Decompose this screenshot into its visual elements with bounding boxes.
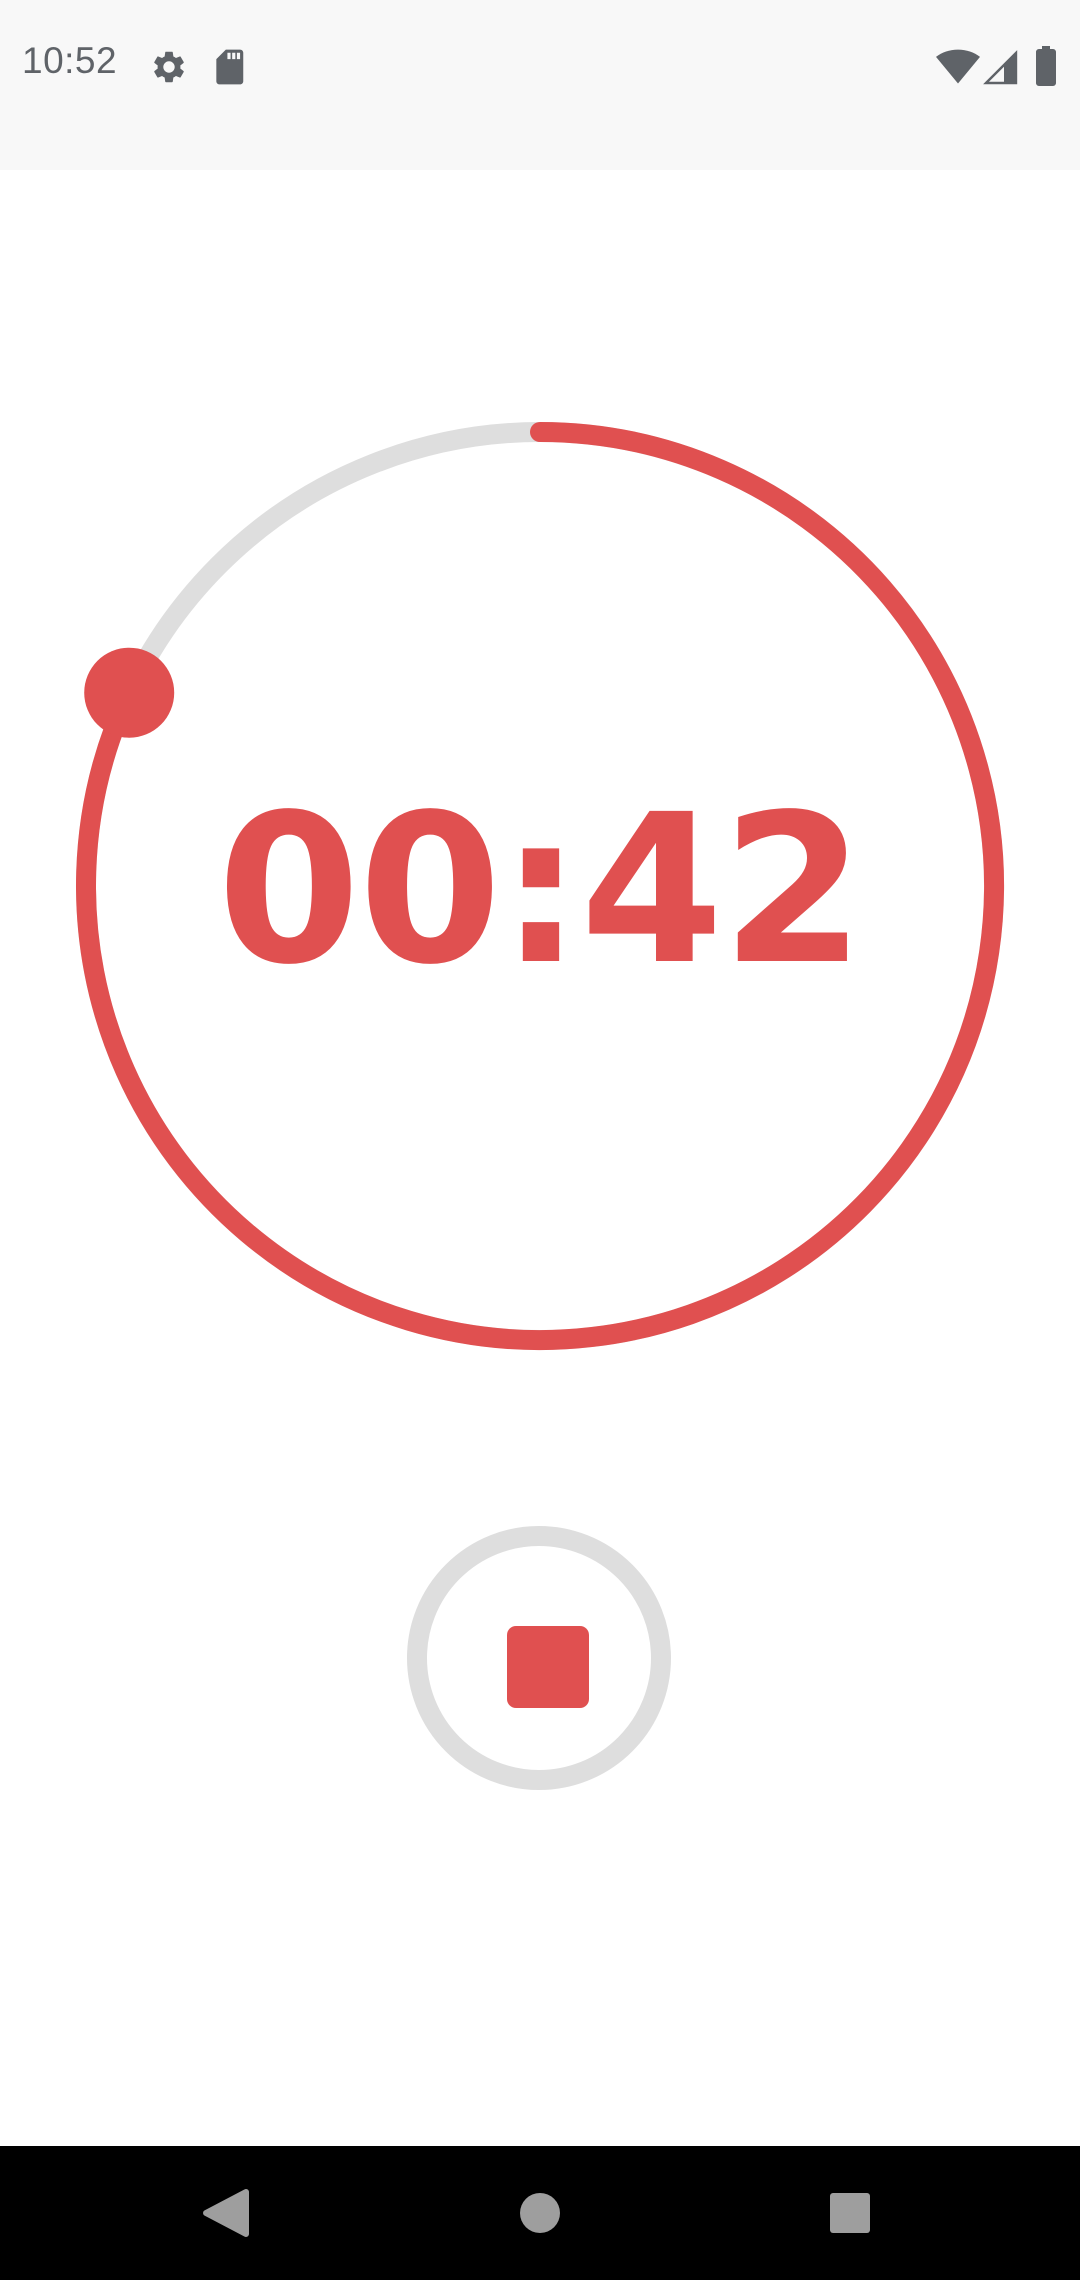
timer-progress-knob[interactable] <box>84 647 175 738</box>
recents-icon[interactable] <box>770 2146 930 2280</box>
home-icon[interactable] <box>460 2146 620 2280</box>
stop-icon <box>507 1626 589 1708</box>
stop-button[interactable] <box>407 1526 671 1790</box>
navigation-bar <box>0 2146 1080 2280</box>
back-icon[interactable] <box>146 2146 306 2280</box>
timer-progress-ring <box>76 422 1004 1350</box>
timer-display: 00:42 <box>217 770 865 1010</box>
timer-screen: 10:52 00:42 <box>0 0 1080 2280</box>
